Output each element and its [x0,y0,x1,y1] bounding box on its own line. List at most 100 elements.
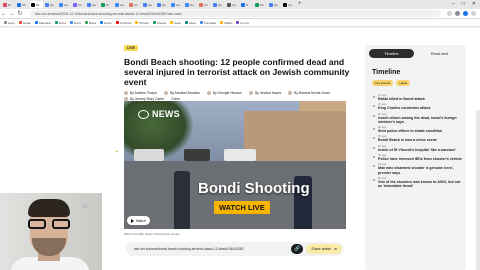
bookmark-item[interactable]: Keep [170,21,181,25]
profile-avatar[interactable] [463,11,468,16]
video-police-officer [174,171,190,229]
timeline-entry-text: King Charles condemns attack [378,106,431,111]
timeline-list: 1h ago Rabbi killed in Bondi attack 2h ago… [372,94,462,191]
tab-label: N [246,2,249,7]
browser-tab[interactable]: Ge [44,1,57,8]
bookmark-label: Translate [203,20,217,25]
bookmark-label: Drive [58,20,66,25]
bookmark-label: Meet [189,20,196,25]
author-link[interactable]: By Annabel Brookes [164,91,200,95]
browser-tab[interactable]: Ge [142,1,155,8]
browser-tab[interactable]: Ge [170,1,183,8]
maximize-icon[interactable]: □ [462,1,465,7]
bookmark-item[interactable]: Slides [220,21,232,25]
bookmark-item[interactable]: YouTube [115,21,131,25]
extension-icon[interactable] [447,11,452,16]
browser-tab[interactable]: Di [2,1,15,8]
bookmark-item[interactable]: Meet [185,21,196,25]
timeline-entry[interactable]: 2h ago King Charles condemns attack [372,103,462,110]
bookmark-item[interactable]: Calendar [34,21,51,25]
browser-tab[interactable]: Ge [114,1,127,8]
browser-tab[interactable]: Ge [184,1,197,8]
download-icon[interactable] [455,11,460,16]
menu-icon[interactable] [471,11,476,16]
timeline-sidebar: Timeline Read next Timeline Key Events L… [365,45,466,270]
timeline-entry[interactable]: 5h ago Man who disarmed shooter 'a genuin… [372,163,462,175]
timeline-entry-text: Man who disarmed shooter 'a genuine hero… [378,166,454,175]
timeline-entry[interactable]: 2h ago Israeli citizen among the dead, Is… [372,113,462,125]
tab-label: Dr [106,2,110,7]
browser-tab[interactable]: An [198,1,211,8]
timeline-entry[interactable]: 1h ago Rabbi killed in Bondi attack [372,94,462,101]
share-article-button[interactable]: Share article ➦ [306,244,342,254]
watch-live-banner: WATCH LIVE [214,201,270,214]
tab-favicon-icon [269,2,273,7]
browser-tab[interactable]: Sh [16,1,29,8]
bookmark-item[interactable]: Maps [84,21,96,25]
window-edge [476,110,480,270]
reload-icon[interactable]: ↻ [16,9,24,19]
timeline-entry-text: Rabbi killed in Bondi attack [378,97,425,101]
bookmark-item[interactable]: Photos [135,21,149,25]
share-url[interactable]: abc.net.au/news/bondi-beach-shooting-ter… [134,247,288,251]
author-link[interactable]: By Jessica Hayes [249,91,281,95]
tab-favicon-icon [143,2,147,7]
bookmark-item[interactable]: Forms [236,21,249,25]
tab-label: Ge [120,2,125,7]
timeline-entry[interactable]: 3h ago Bondi Beach is now a crime scene [372,135,462,142]
tab-read-next[interactable]: Read next [417,49,462,58]
bookmark-favicon-icon [199,21,203,24]
author-link[interactable]: By Georgie Hewson [206,91,242,95]
bookmark-label: Sheets [156,20,167,25]
back-icon[interactable]: ← [0,9,8,19]
browser-tab[interactable]: N [240,1,253,8]
tab-label: Ge [274,2,279,7]
webcam-person-hair [28,199,70,217]
forward-icon[interactable]: → [8,9,16,19]
browser-tab[interactable]: Dr [100,1,113,8]
watch-button[interactable]: Watch [127,216,150,225]
tab-timeline[interactable]: Timeline [369,49,414,58]
tab-label: Ap [232,2,236,7]
minimize-icon[interactable]: – [452,1,455,7]
copy-link-icon[interactable]: 🔗 [291,244,304,254]
browser-tab[interactable]: Ca [282,1,295,8]
browser-tab[interactable]: Ge [212,1,225,8]
bookmark-item[interactable]: Apps [4,21,15,25]
browser-tab[interactable]: An [128,1,141,8]
author-link[interactable]: By Andrew Thorpe [124,91,157,95]
video-caption: Watch the ABC News Channel live stream [124,232,180,236]
timeline-entry[interactable]: 5h ago One of the shooters was known to A… [372,177,462,189]
close-icon[interactable]: ✕ [472,1,476,7]
timeline-entry[interactable]: 4h ago Inside of St Vincent's hospital 'l… [372,145,462,152]
browser-tab[interactable]: De [254,1,267,8]
address-bar[interactable]: abc.net.au/news/2025-12-14/bondi-beach-s… [30,10,441,17]
timeline-entry[interactable]: 3h ago Shot police officer in stable cond… [372,126,462,133]
filter-latest[interactable]: Latest [396,80,411,86]
new-tab-icon[interactable]: + [298,1,302,8]
tab-label: Ge [148,2,153,7]
browser-tab[interactable]: Ge [86,1,99,8]
browser-tab[interactable]: Bo [30,1,43,8]
browser-tab[interactable]: Co [72,1,85,8]
bookmark-label: Keep [174,20,182,25]
browser-tab[interactable]: Ge [156,1,169,8]
bookmark-item[interactable]: Translate [199,20,217,25]
bookmark-item[interactable]: Gmail [18,21,31,25]
browser-tab[interactable]: Ap [226,1,239,8]
bookmark-favicon-icon [84,21,88,24]
bookmark-item[interactable]: Drive [54,20,66,25]
bookmark-favicon-icon [100,21,104,24]
browser-tab[interactable]: Ge [268,1,281,8]
timeline-entry[interactable]: 4h ago Police have removed IEDs from shoo… [372,154,462,161]
timeline-entry-text: Israeli citizen among the dead, Israel's… [378,115,457,124]
author-avatar [249,91,254,95]
bookmark-item[interactable]: Docs [69,21,81,25]
browser-tab[interactable]: Ge [58,1,71,8]
author-link[interactable]: By Brianna Morris-Grant [288,91,330,95]
bookmark-item[interactable]: Sheets [152,20,167,25]
live-video-player[interactable]: NEWS Bondi Shooting WATCH LIVE Watch [124,101,346,229]
bookmark-favicon-icon [236,21,240,24]
bookmark-item[interactable]: News [100,21,112,25]
filter-key-events[interactable]: Key Events [372,80,394,86]
